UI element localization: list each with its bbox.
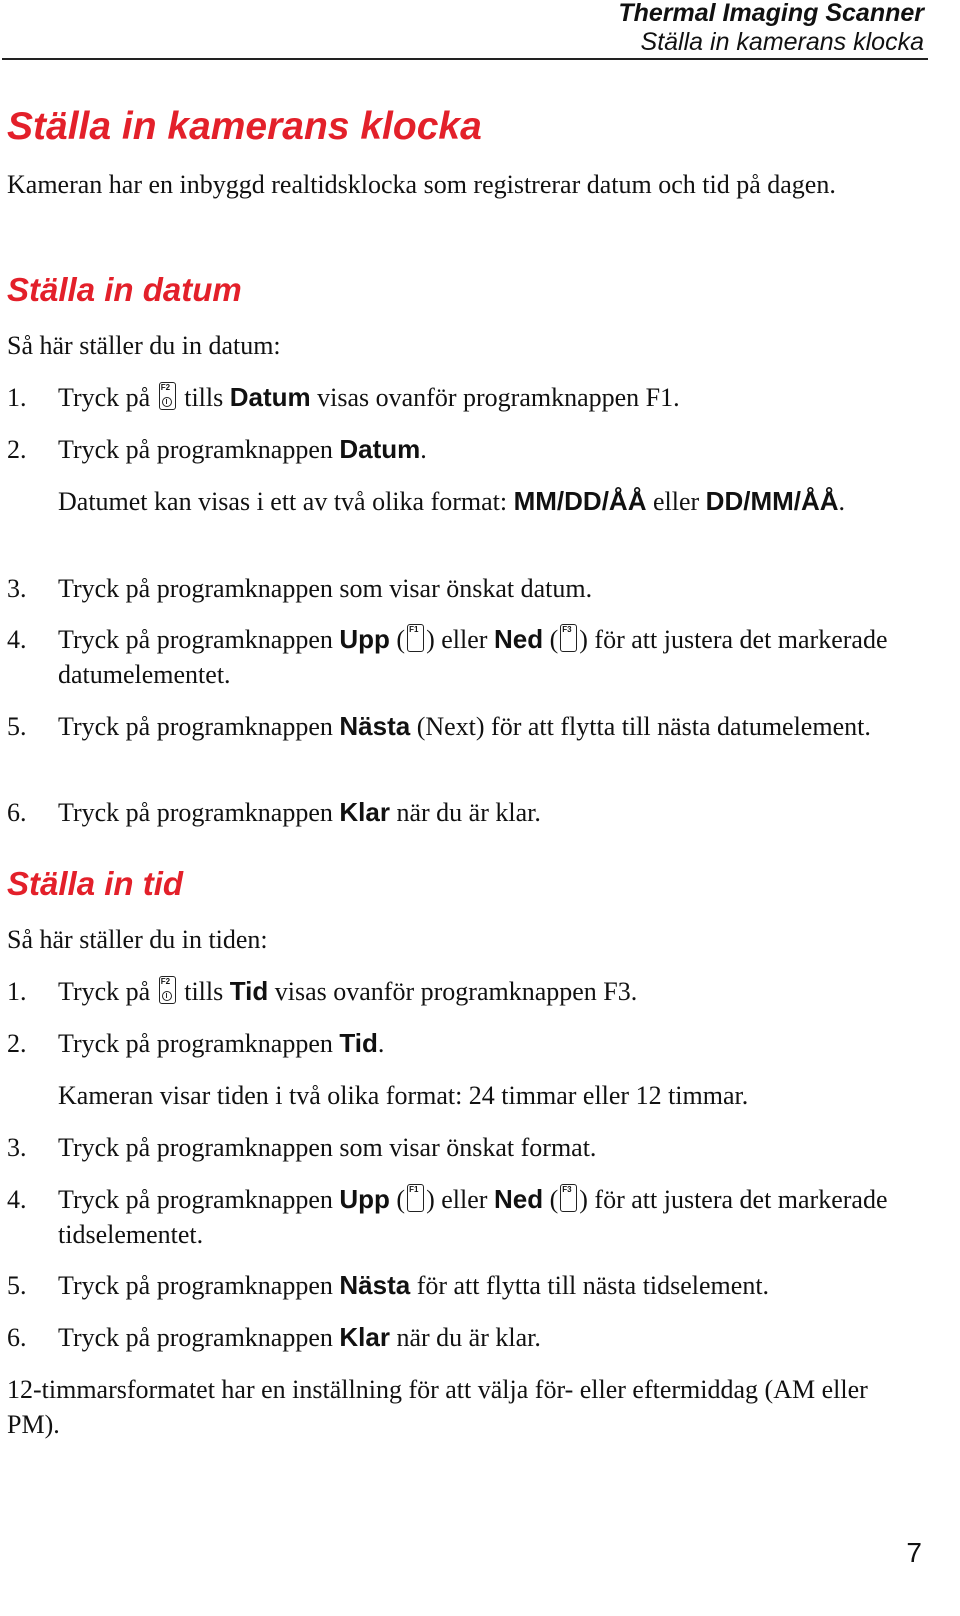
date-lead: Så här ställer du in datum:: [7, 331, 281, 360]
time-heading: Ställa in tid: [7, 865, 184, 902]
f2-power-key-icon: F2: [158, 976, 176, 1004]
page-title: Ställa in kamerans klocka: [7, 105, 482, 148]
running-header: Thermal Imaging Scanner Ställa in kamera…: [618, 0, 924, 57]
f1-key-icon: F1: [407, 624, 425, 652]
page-number: 7: [906, 1537, 922, 1568]
f2-power-key-icon: F2: [158, 382, 176, 410]
f3-key-icon: F3: [560, 624, 578, 652]
date-heading: Ställa in datum: [7, 271, 242, 308]
f1-key-icon: F1: [407, 1184, 425, 1212]
twelve-hour-note: 12-timmarsformatet har en inställning fö…: [7, 1375, 868, 1439]
f3-key-icon: F3: [560, 1184, 578, 1212]
header-product: Thermal Imaging Scanner: [618, 0, 924, 27]
time-lead: Så här ställer du in tiden:: [7, 925, 268, 954]
header-divider: [2, 58, 928, 60]
header-section: Ställa in kamerans klocka: [640, 28, 924, 56]
intro-paragraph: Kameran har en inbyggd realtidsklocka so…: [7, 170, 836, 199]
date-format-note: Datumet kan visas i ett av två olika for…: [58, 486, 846, 516]
time-format-note: Kameran visar tiden i två olika format: …: [58, 1081, 749, 1110]
